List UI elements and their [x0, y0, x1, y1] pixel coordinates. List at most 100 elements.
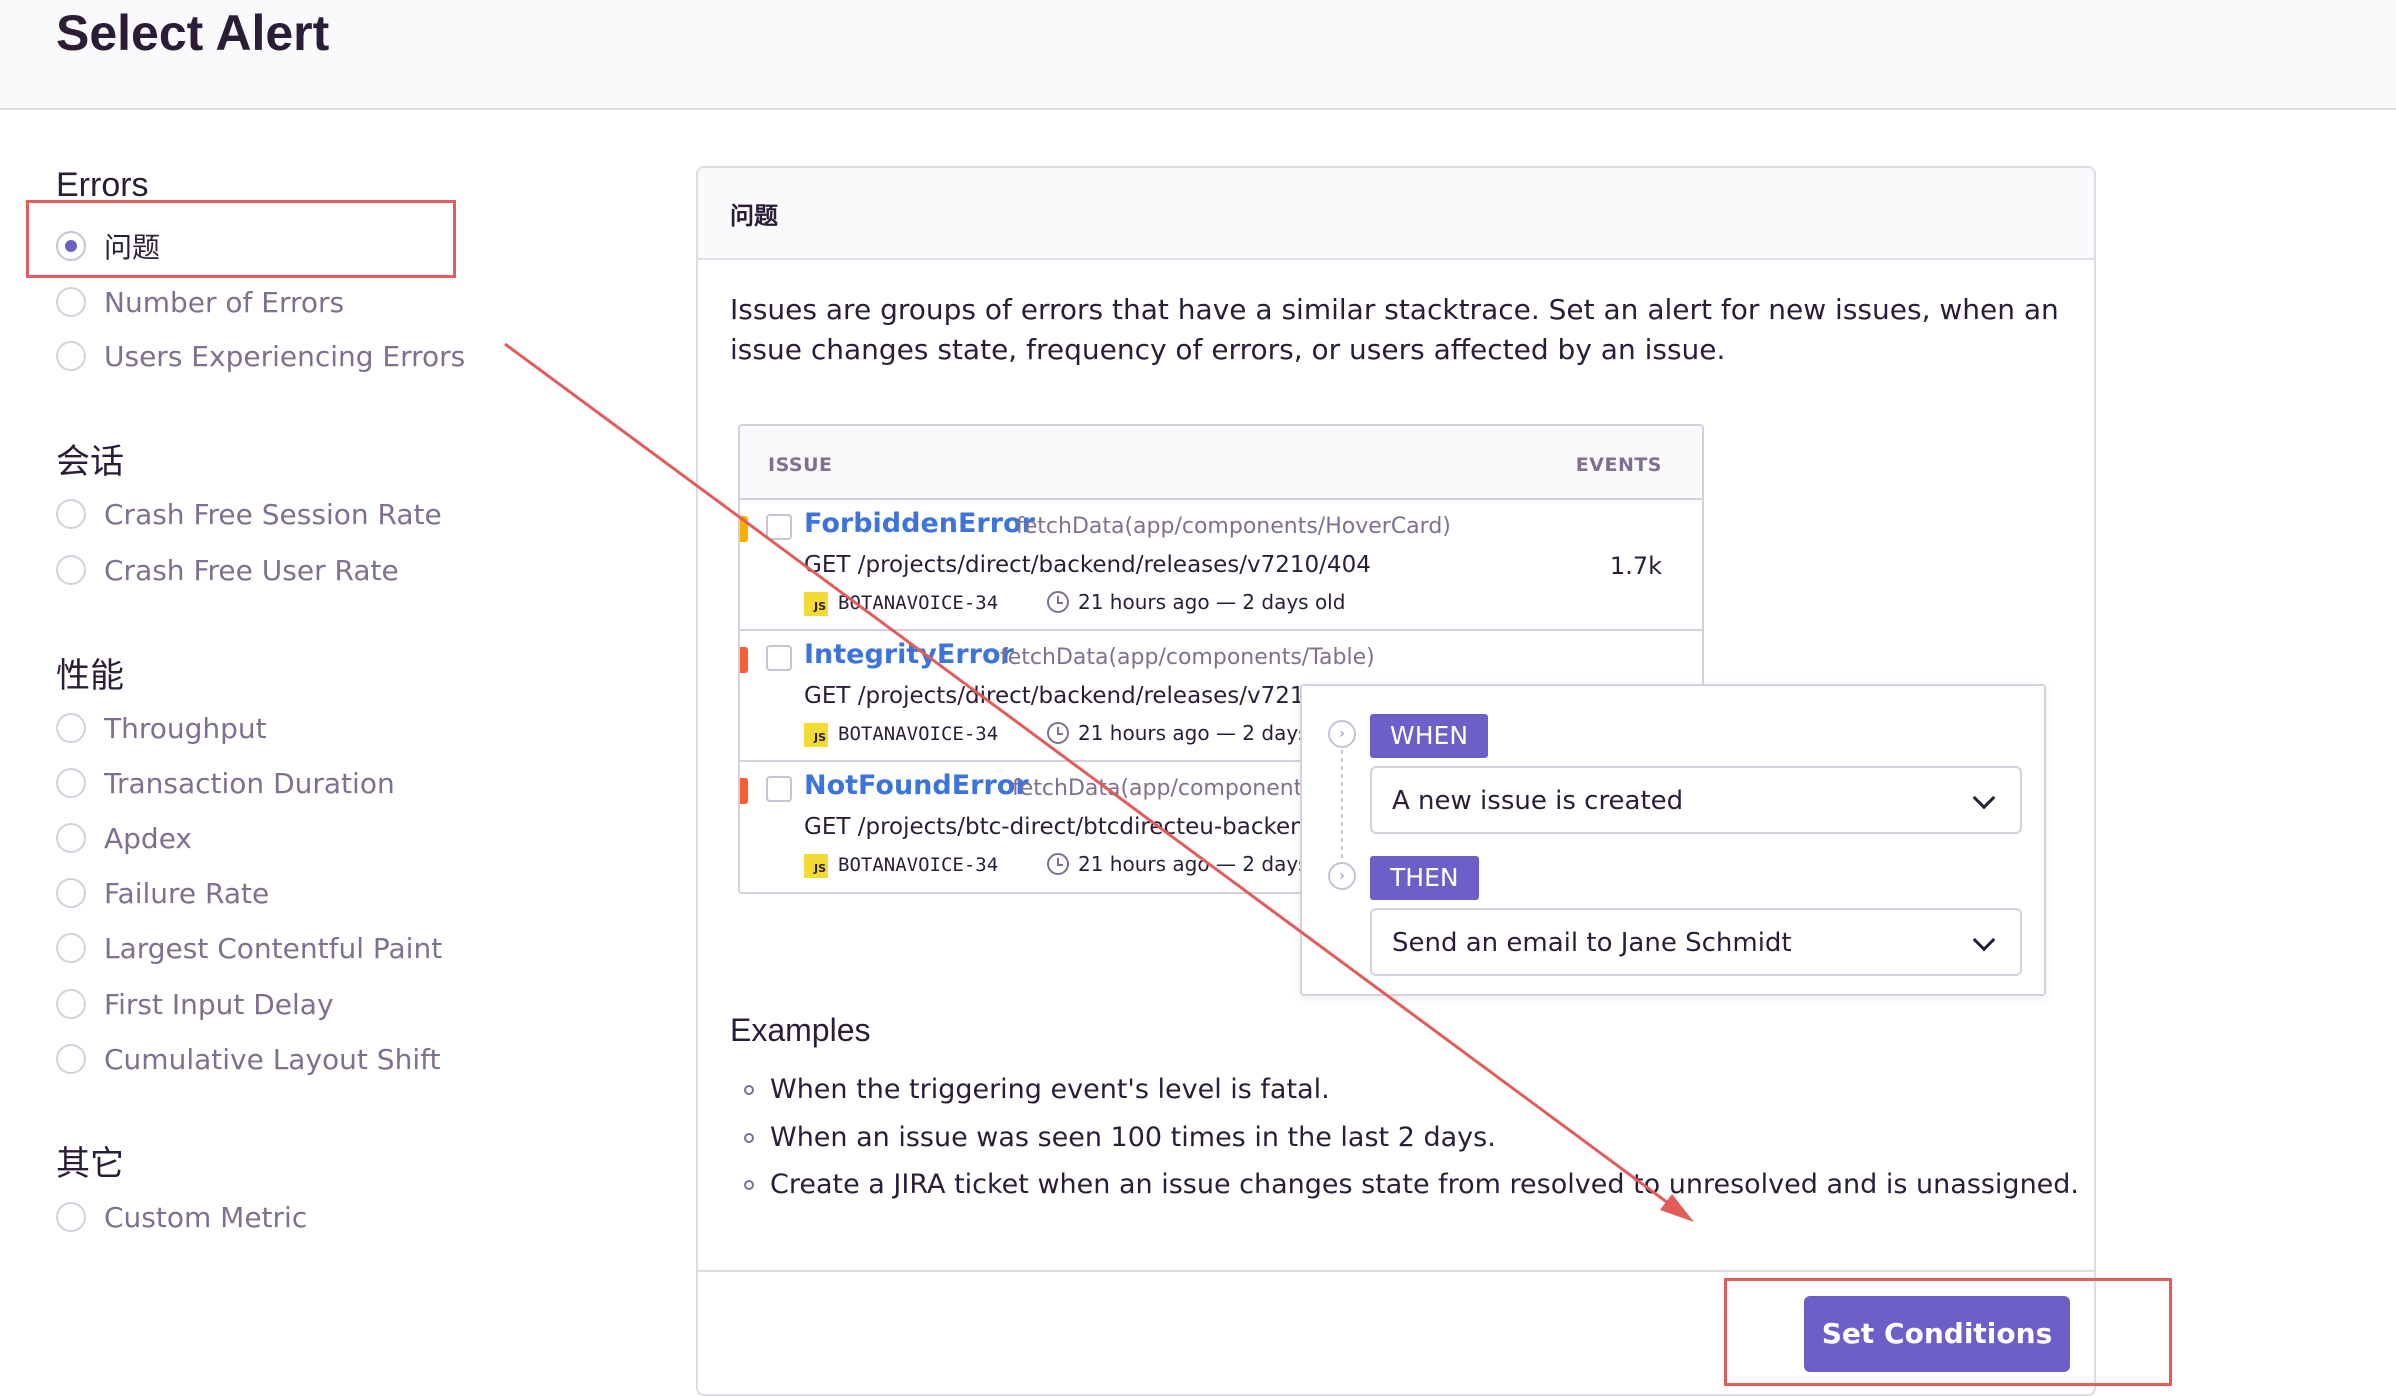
- option-label: Crash Free User Rate: [104, 553, 399, 587]
- issue-message: GET /projects/direct/backend/releases/v7…: [804, 683, 1320, 709]
- option-users-experiencing-errors[interactable]: Users Experiencing Errors: [56, 336, 465, 376]
- table-row: ForbiddenError fetchData(app/components/…: [740, 500, 1702, 631]
- then-tag: THEN: [1370, 856, 1479, 900]
- level-indicator: [740, 778, 748, 804]
- panel-footer-divider: [698, 1270, 2094, 1272]
- event-count: 1.7k: [1609, 552, 1662, 580]
- panel-description: Issues are groups of errors that have a …: [730, 293, 2059, 366]
- clock-icon: [1047, 853, 1069, 875]
- radio-icon[interactable]: [56, 823, 86, 853]
- option-crash-free-session-rate[interactable]: Crash Free Session Rate: [56, 494, 442, 534]
- radio-icon[interactable]: [56, 555, 86, 585]
- highlight-box-selected-option: [26, 200, 456, 278]
- radio-icon[interactable]: [56, 341, 86, 371]
- highlight-box-set-conditions: [1724, 1278, 2172, 1386]
- column-events: EVENTS: [1575, 454, 1662, 476]
- option-label: Transaction Duration: [104, 766, 395, 800]
- project-shortid: BOTANAVOICE-34: [838, 723, 999, 745]
- panel-title: 问题: [730, 202, 778, 230]
- when-select-value: A new issue is created: [1392, 786, 1684, 816]
- issue-age: 21 hours ago — 2 days ol: [1078, 852, 1333, 876]
- page-header: Select Alert: [0, 0, 2396, 110]
- option-label: First Input Delay: [104, 987, 334, 1021]
- example-text: Create a JIRA ticket when an issue chang…: [770, 1169, 2080, 1200]
- option-label: Largest Contentful Paint: [104, 931, 443, 965]
- option-label: Throughput: [104, 711, 267, 745]
- when-select[interactable]: A new issue is created: [1370, 766, 2022, 834]
- issue-table-header: ISSUE EVENTS: [740, 426, 1702, 500]
- column-issue: ISSUE: [768, 454, 833, 476]
- examples-title: Examples: [730, 1012, 871, 1048]
- option-largest-contentful-paint[interactable]: Largest Contentful Paint: [56, 928, 442, 968]
- example-item: When the triggering event's level is fat…: [744, 1074, 1330, 1105]
- option-label: Users Experiencing Errors: [104, 339, 466, 373]
- radio-icon[interactable]: [56, 1044, 86, 1074]
- option-custom-metric[interactable]: Custom Metric: [56, 1197, 307, 1237]
- chevron-down-icon: [1972, 786, 1996, 810]
- then-select-value: Send an email to Jane Schmidt: [1392, 928, 1792, 958]
- bullet-icon: [744, 1132, 754, 1143]
- option-first-input-delay[interactable]: First Input Delay: [56, 984, 334, 1024]
- radio-icon[interactable]: [56, 989, 86, 1019]
- row-checkbox[interactable]: [766, 645, 792, 671]
- level-indicator: [740, 516, 748, 542]
- chevron-right-circle-icon: ›: [1328, 862, 1356, 890]
- option-crash-free-user-rate[interactable]: Crash Free User Rate: [56, 550, 399, 590]
- option-label: Number of Errors: [104, 285, 345, 319]
- option-cumulative-layout-shift[interactable]: Cumulative Layout Shift: [56, 1039, 440, 1079]
- option-failure-rate[interactable]: Failure Rate: [56, 873, 269, 913]
- javascript-icon: JS: [804, 723, 828, 747]
- issue-location: fetchData(app/components/Table): [1000, 645, 1375, 670]
- option-label: Failure Rate: [104, 876, 270, 910]
- issue-age: 21 hours ago — 2 days ol: [1078, 721, 1333, 745]
- radio-icon[interactable]: [56, 1202, 86, 1232]
- radio-icon[interactable]: [56, 768, 86, 798]
- group-title-other: 其它: [56, 1145, 124, 1183]
- group-title-sessions: 会话: [56, 443, 124, 481]
- row-checkbox[interactable]: [766, 514, 792, 540]
- project-shortid: BOTANAVOICE-34: [838, 854, 999, 876]
- radio-icon[interactable]: [56, 713, 86, 743]
- step-connector: [1341, 750, 1343, 868]
- example-text: When an issue was seen 100 times in the …: [770, 1122, 1496, 1153]
- radio-icon[interactable]: [56, 499, 86, 529]
- option-number-of-errors[interactable]: Number of Errors: [56, 282, 344, 322]
- issue-age: 21 hours ago — 2 days old: [1078, 590, 1346, 614]
- radio-icon[interactable]: [56, 287, 86, 317]
- alert-type-list: Errors 问题 Number of Errors Users Experie…: [0, 110, 640, 1396]
- example-text: When the triggering event's level is fat…: [770, 1074, 1330, 1105]
- issue-title[interactable]: IntegrityError: [804, 639, 1014, 670]
- level-indicator: [740, 647, 748, 673]
- javascript-icon: JS: [804, 854, 828, 878]
- chevron-down-icon: [1972, 928, 1996, 952]
- clock-icon: [1047, 722, 1069, 744]
- option-label: Crash Free Session Rate: [104, 497, 442, 531]
- radio-icon[interactable]: [56, 933, 86, 963]
- page-title: Select Alert: [56, 5, 330, 61]
- project-shortid: BOTANAVOICE-34: [838, 592, 999, 614]
- example-item: Create a JIRA ticket when an issue chang…: [744, 1169, 2079, 1200]
- then-select[interactable]: Send an email to Jane Schmidt: [1370, 908, 2022, 976]
- alert-preview-panel: 问题 Issues are groups of errors that have…: [696, 166, 2096, 1396]
- row-checkbox[interactable]: [766, 776, 792, 802]
- issue-location: fetchData(app/components/HoverCard): [1016, 514, 1451, 539]
- option-transaction-duration[interactable]: Transaction Duration: [56, 763, 395, 803]
- option-label: Apdex: [104, 821, 193, 855]
- bullet-icon: [744, 1084, 754, 1095]
- issue-title[interactable]: NotFoundError: [804, 770, 1029, 801]
- rule-preview-card: › › WHEN A new issue is created THEN Sen…: [1300, 684, 2046, 996]
- issue-title[interactable]: ForbiddenError: [804, 508, 1035, 539]
- when-tag: WHEN: [1370, 714, 1489, 758]
- bullet-icon: [744, 1179, 754, 1190]
- example-item: When an issue was seen 100 times in the …: [744, 1122, 1496, 1153]
- option-label: Cumulative Layout Shift: [104, 1042, 441, 1076]
- panel-header: 问题: [698, 168, 2094, 260]
- issue-message: GET /projects/direct/backend/releases/v7…: [804, 552, 1371, 578]
- javascript-icon: JS: [804, 592, 828, 616]
- option-throughput[interactable]: Throughput: [56, 708, 267, 748]
- option-label: Custom Metric: [104, 1200, 308, 1234]
- issue-location: fetchData(app/component: [1012, 776, 1303, 801]
- option-apdex[interactable]: Apdex: [56, 818, 192, 858]
- radio-icon[interactable]: [56, 878, 86, 908]
- group-title-performance: 性能: [56, 657, 124, 695]
